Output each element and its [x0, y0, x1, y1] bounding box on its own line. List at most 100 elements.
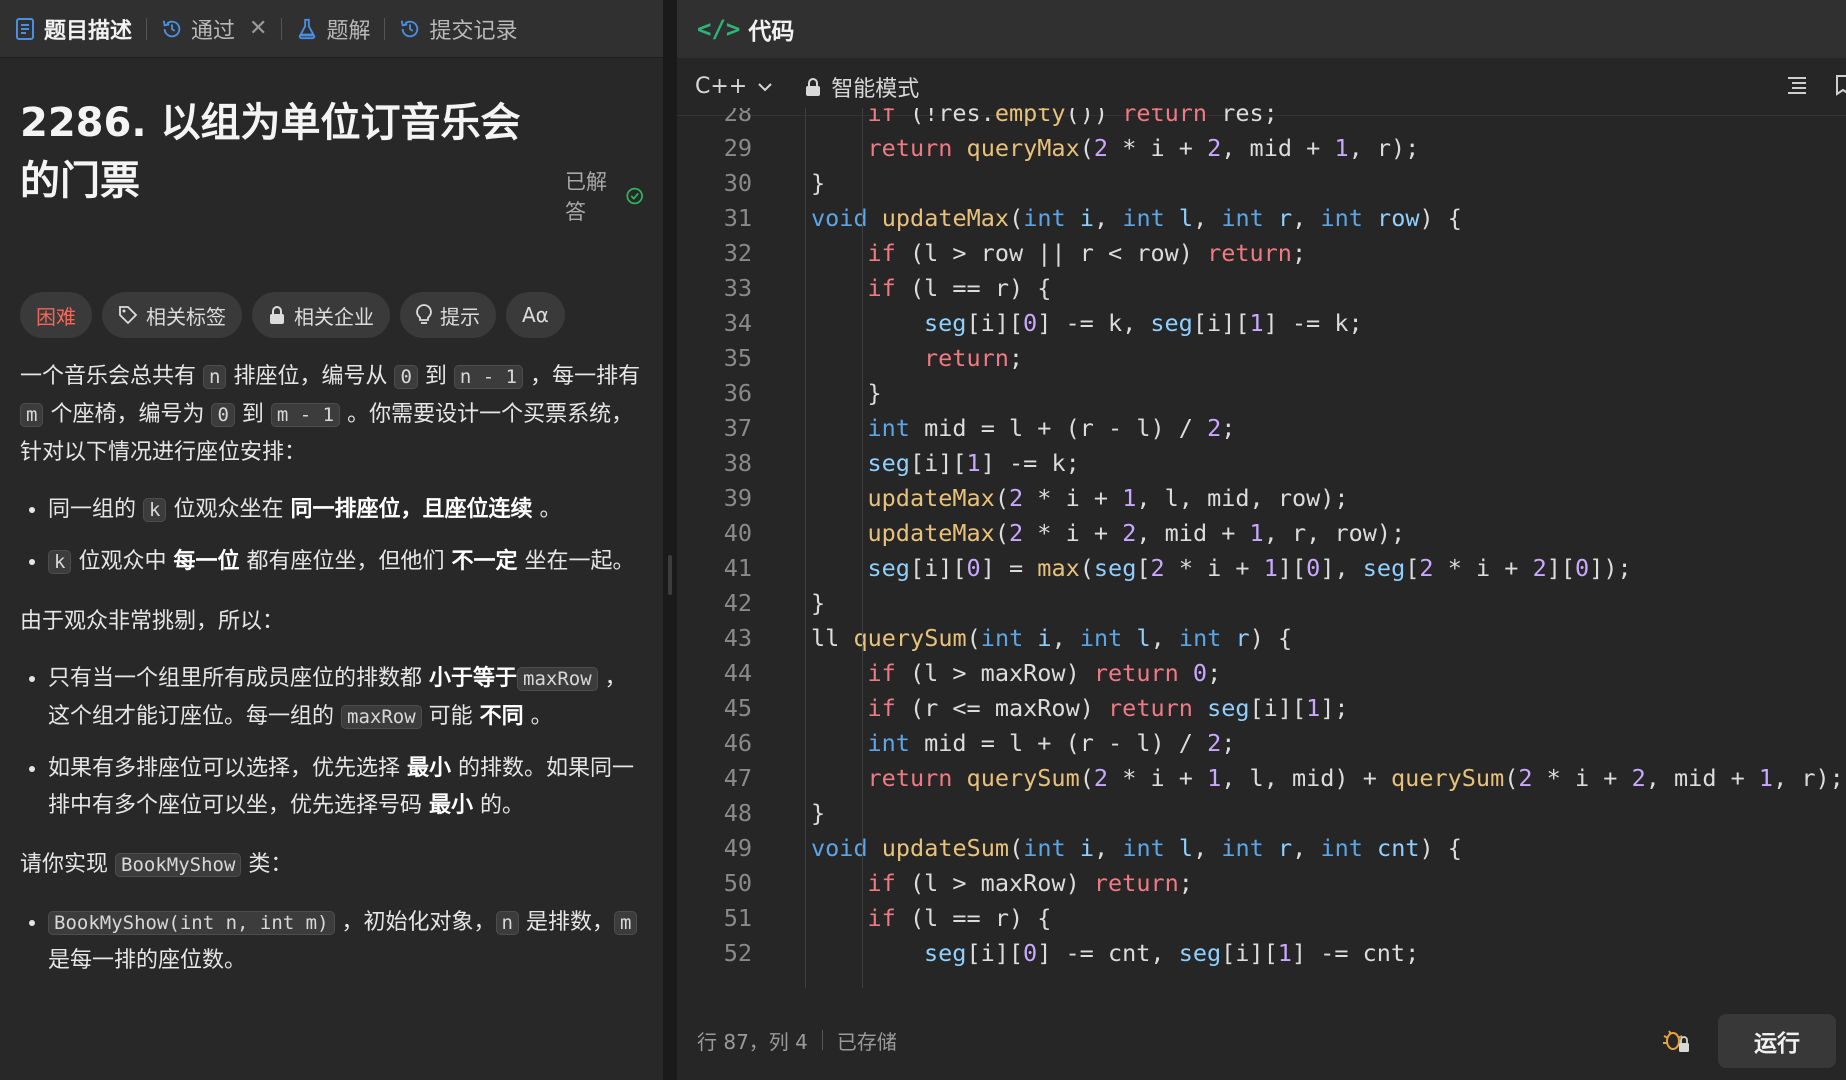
code-line[interactable]: 45 if (r <= maxRow) return seg[i][1]; [677, 691, 1846, 726]
code-line[interactable]: 31 void updateMax(int i, int l, int r, in… [677, 201, 1846, 236]
code-line[interactable]: 49 void updateSum(int i, int l, int r, in… [677, 831, 1846, 866]
code-text: ll querySum(int i, int l, int r) { [811, 624, 1293, 652]
code-line[interactable]: 41 seg[i][0] = max(seg[2 * i + 1][0], seg… [677, 551, 1846, 586]
code-line[interactable]: 30} [677, 166, 1846, 201]
code-line[interactable]: 52 seg[i][0] -= cnt, seg[i][1] -= cnt; [677, 936, 1846, 971]
line-number: 44 [723, 659, 752, 687]
difficulty-badge[interactable]: 困难 [20, 292, 92, 338]
companies-label: 相关企业 [294, 304, 374, 329]
code-line[interactable]: 42} [677, 586, 1846, 621]
code-text: int mid = l + (r - l) / 2; [867, 414, 1236, 442]
indent-guide [805, 108, 806, 988]
code-text: if (r <= maxRow) return seg[i][1]; [867, 694, 1349, 722]
code-text: return; [924, 344, 1024, 372]
resize-handle[interactable] [668, 555, 672, 595]
code-line[interactable]: 29 return queryMax(2 * i + 2, mid + 1, r)… [677, 131, 1846, 166]
list-item: 同一组的 k 位观众坐在 同一排座位，且座位连续 。 [48, 491, 643, 529]
solved-status: 已解答 [565, 166, 643, 226]
problem-description: 一个音乐会总共有 n 排座位，编号从 0 到 n - 1 ，每一排有 m 个座椅… [20, 358, 643, 979]
tab-passed[interactable]: 通过 ✕ [161, 0, 267, 58]
code-panel: </> 代码 C++ 智能模式 28 if (!res.empty()) retu… [677, 0, 1846, 1080]
code-line[interactable]: 47 return querySum(2 * i + 1, l, mid) + q… [677, 761, 1846, 796]
tab-description-label: 题目描述 [44, 18, 133, 44]
panel-resizer[interactable] [663, 0, 677, 1080]
line-number: 33 [723, 274, 752, 302]
code-text: } [811, 169, 826, 197]
code-line[interactable]: 34 seg[i][0] -= k, seg[i][1] -= k; [677, 306, 1846, 341]
code-line[interactable]: 51 if (l == r) { [677, 901, 1846, 936]
line-number: 38 [723, 449, 752, 477]
code-text: seg[i][0] = max(seg[2 * i + 1][0], seg[2… [867, 554, 1632, 582]
line-number: 35 [723, 344, 752, 372]
tab-separator [384, 17, 386, 40]
related-tags-button[interactable]: 相关标签 [102, 292, 242, 338]
code-line[interactable]: 38 seg[i][1] -= k; [677, 446, 1846, 481]
companies-button[interactable]: 相关企业 [252, 292, 390, 338]
code-line[interactable]: 48} [677, 796, 1846, 831]
font-size-button[interactable]: Aα [506, 292, 565, 338]
code-panel-title: 代码 [748, 19, 795, 45]
line-number: 50 [723, 869, 752, 897]
api-list: BookMyShow(int n, int m) ，初始化对象，n 是排数，m … [20, 904, 643, 979]
line-number: 49 [723, 834, 752, 862]
inline-code: k [143, 498, 167, 522]
code-line[interactable]: 39 updateMax(2 * i + 1, l, mid, row); [677, 481, 1846, 516]
smart-mode-toggle[interactable]: 智能模式 [805, 71, 919, 103]
code-line[interactable]: 32 if (l > row || r < row) return; [677, 236, 1846, 271]
code-line[interactable]: 37 int mid = l + (r - l) / 2; [677, 411, 1846, 446]
code-line[interactable]: 36} [677, 376, 1846, 411]
desc-text: 坐在一起。 [517, 549, 635, 574]
code-line[interactable]: 43 ll querySum(int i, int l, int r) { [677, 621, 1846, 656]
line-number: 51 [723, 904, 752, 932]
code-line[interactable]: 44 if (l > maxRow) return 0; [677, 656, 1846, 691]
code-line[interactable]: 50 if (l > maxRow) return; [677, 866, 1846, 901]
inline-code: k [48, 550, 72, 574]
bold-text: 最小 [407, 756, 452, 781]
tab-submissions[interactable]: 提交记录 [399, 0, 518, 58]
lock-icon [270, 306, 284, 324]
line-number: 42 [723, 589, 752, 617]
line-number: 30 [723, 169, 752, 197]
code-line[interactable]: 28 if (!res.empty()) return res; [677, 108, 1846, 131]
line-number: 41 [723, 554, 752, 582]
desc-text: 的。 [473, 793, 525, 818]
problem-title: 2286. 以组为单位订音乐会的门票 [20, 100, 521, 204]
format-icon[interactable] [1786, 74, 1808, 96]
line-number: 45 [723, 694, 752, 722]
hint-button[interactable]: 提示 [400, 292, 496, 338]
desc-text: ，每一排有 [523, 364, 641, 389]
debug-bug-icon[interactable] [1661, 1026, 1691, 1054]
code-panel-header: </> 代码 [677, 0, 1846, 58]
desc-text: 同一组的 [48, 497, 143, 522]
desc-text: 一个音乐会总共有 [20, 364, 203, 389]
bold-text: 小于等于 [429, 666, 518, 691]
run-button[interactable]: 运行 [1718, 1014, 1836, 1068]
code-line[interactable]: 40 updateMax(2 * i + 2, mid + 1, r, row); [677, 516, 1846, 551]
tag-row: 困难 相关标签 相关企业 提示 Aα [20, 292, 643, 338]
desc-text: 是每一排的座位数。 [48, 948, 247, 973]
problem-content: 2286. 以组为单位订音乐会的门票 已解答 困难 相关标签 相关企业 提示 A… [0, 58, 663, 979]
desc-paragraph: 一个音乐会总共有 n 排座位，编号从 0 到 n - 1 ，每一排有 m 个座椅… [20, 358, 643, 471]
inline-code: n - 1 [453, 365, 524, 389]
desc-text: 到 [417, 364, 454, 389]
language-select[interactable]: C++ [695, 74, 775, 99]
desc-text: 位观众坐在 [166, 497, 291, 522]
bold-text: 同一排座位，且座位连续 [290, 497, 533, 522]
code-line[interactable]: 46 int mid = l + (r - l) / 2; [677, 726, 1846, 761]
code-line[interactable]: 35 return; [677, 341, 1846, 376]
tag-icon [119, 306, 138, 325]
inline-code: 0 [211, 403, 235, 427]
bookmark-icon[interactable] [1836, 74, 1846, 96]
tab-solutions[interactable]: 题解 [296, 0, 370, 58]
inline-code: m [614, 911, 638, 935]
code-editor[interactable]: 28 if (!res.empty()) return res; 29 return … [677, 108, 1846, 988]
tab-solutions-label: 题解 [326, 18, 371, 44]
bold-text: 不一定 [451, 549, 518, 574]
inline-code: BookMyShow [115, 853, 242, 877]
lock-icon [806, 77, 821, 96]
close-icon[interactable]: ✕ [249, 16, 267, 41]
code-text: if (!res.empty()) return res; [867, 108, 1278, 127]
tab-description[interactable]: 题目描述 [14, 0, 132, 58]
code-line[interactable]: 33 if (l == r) { [677, 271, 1846, 306]
code-text: if (l == r) { [867, 274, 1052, 302]
